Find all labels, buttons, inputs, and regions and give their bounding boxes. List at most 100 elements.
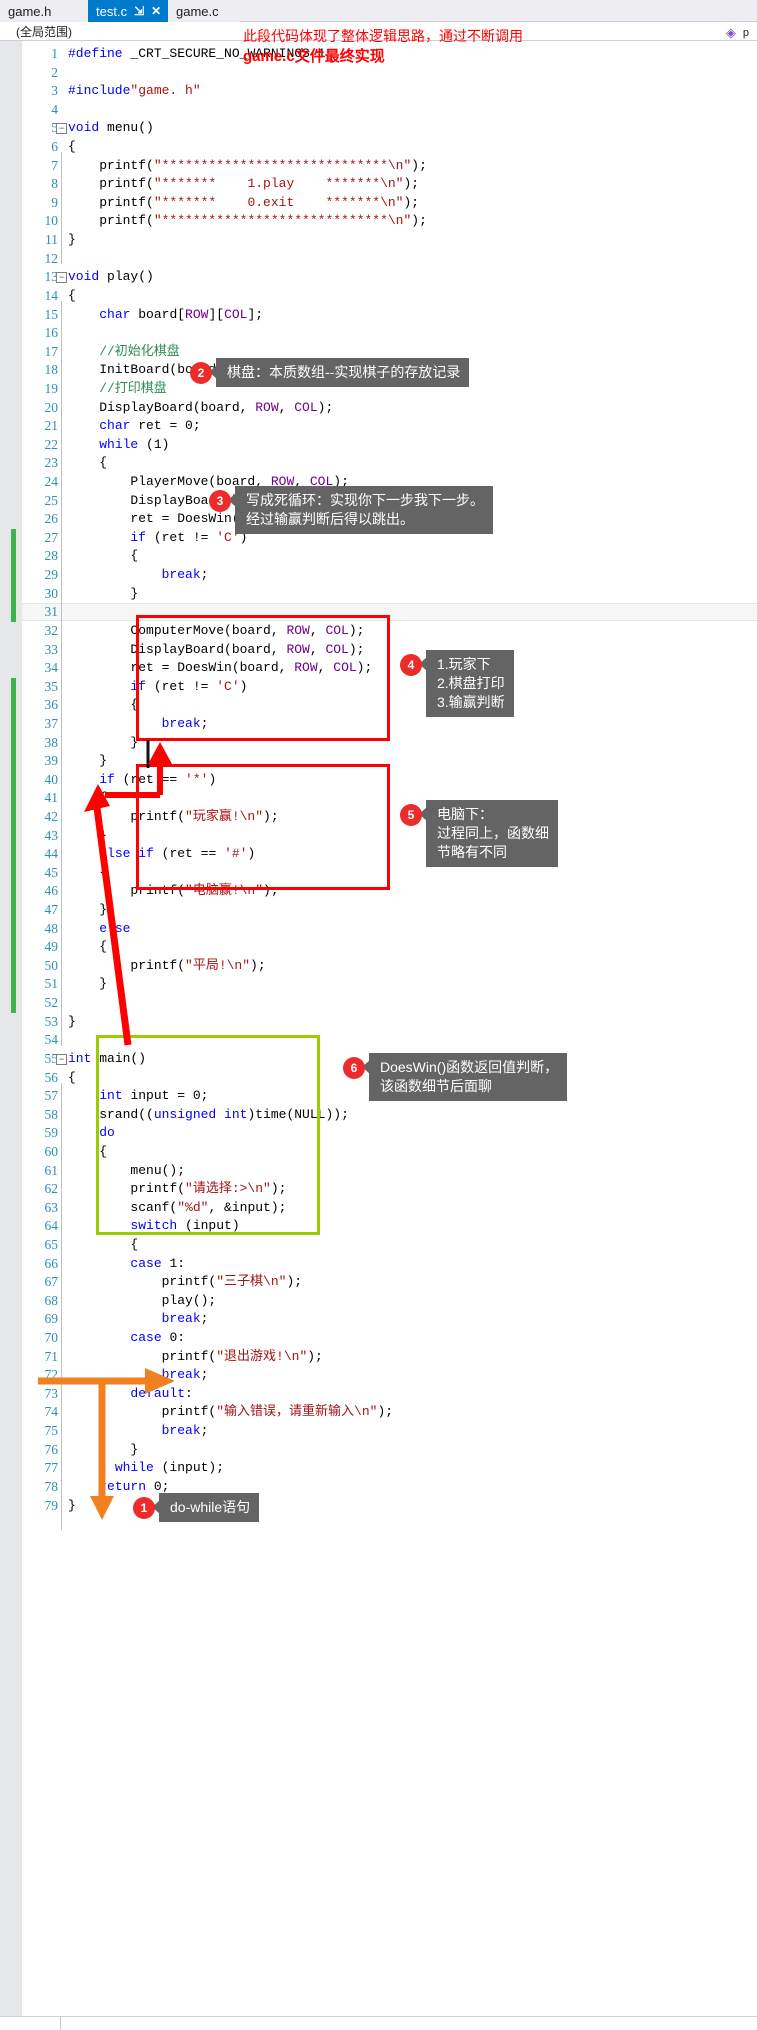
close-icon[interactable]: ✕ <box>151 5 161 17</box>
code-line: 15 char board[ROW][COL]; <box>0 306 757 325</box>
pin-icon[interactable]: ⇲ <box>134 5 144 17</box>
code-text: } <box>68 753 108 769</box>
scope-label: (全局范围) <box>16 25 72 39</box>
code-line: 7 printf("*****************************\… <box>0 157 757 176</box>
code-line: 32 ComputerMove(board, ROW, COL); <box>0 622 757 641</box>
code-text: default: <box>130 1385 193 1401</box>
block-structure-guide <box>61 1083 62 1530</box>
line-number: 38 <box>44 734 59 750</box>
callout-6-text: DoesWin()函数返回值判断， 该函数细节后面聊 <box>361 1053 568 1101</box>
code-line: 37 break; <box>0 714 757 734</box>
tab-game-h-label: game.h <box>8 3 52 19</box>
line-number: 66 <box>44 1255 59 1271</box>
line-number: 36 <box>44 697 59 713</box>
code-line: 59 do <box>0 1124 757 1143</box>
fold-toggle-icon[interactable]: − <box>56 272 67 284</box>
code-text: { <box>68 1069 76 1085</box>
code-text: while (1) <box>99 436 170 452</box>
code-line: 10 printf("*****************************… <box>0 212 757 231</box>
fold-toggle-icon[interactable]: − <box>56 123 67 135</box>
code-text: { <box>68 939 108 955</box>
code-line: 62 printf("请选择:>\n"); <box>0 1180 757 1199</box>
code-line: 58 srand((unsigned int)time(NULL)); <box>0 1106 757 1125</box>
code-line: 38 } <box>0 733 757 753</box>
code-text: //初始化棋盘 <box>68 343 180 359</box>
line-number: 21 <box>44 418 59 434</box>
code-line: 5− void menu() <box>0 119 757 138</box>
code-line: 20 DisplayBoard(board, ROW, COL); <box>0 399 757 418</box>
code-line: 72 break; <box>0 1366 757 1385</box>
code-text: printf("三子棋\n"); <box>68 1274 303 1290</box>
line-number: 67 <box>44 1274 59 1290</box>
code-text: ComputerMove(board, ROW, COL); <box>68 622 365 638</box>
callout-3-text: 写成死循环：实现你下一步我下一步。 经过输赢判断后得以跳出。 <box>228 486 493 534</box>
line-number: 31 <box>44 604 59 620</box>
code-text: int main() <box>68 1050 147 1066</box>
line-number: 72 <box>44 1367 59 1383</box>
code-line: 47 } <box>0 901 757 920</box>
code-text: case 1: <box>130 1255 186 1271</box>
line-number: 69 <box>44 1311 59 1327</box>
code-text: { <box>68 1237 139 1252</box>
scope-dropdown[interactable]: (全局范围) <box>12 22 72 41</box>
code-lines: 1 #define _CRT_SECURE_NO_WARNINGS 1 2 3 #inc… <box>0 45 757 1530</box>
code-text: { <box>68 287 76 303</box>
code-text: case 0: <box>130 1330 186 1346</box>
line-number: 20 <box>44 399 59 415</box>
line-number: 39 <box>44 753 59 769</box>
code-text: //打印棋盘 <box>68 380 167 396</box>
code-line: 68 play(); <box>0 1292 757 1311</box>
line-number: 55 <box>44 1050 59 1066</box>
code-line: 45 { <box>0 863 757 883</box>
code-line: 79} <box>0 1497 757 1516</box>
code-text: { <box>68 139 76 155</box>
line-number: 60 <box>44 1143 59 1159</box>
tab-test-c[interactable]: test.c ⇲ ✕ <box>88 0 168 22</box>
vs-editor-window: game.h test.c ⇲ ✕ game.c (全局范围) ◈ p 1 #de… <box>0 0 757 2030</box>
annotation-text-overall-logic: 此段代码体现了整体逻辑思路，通过不断调用 <box>243 28 523 44</box>
code-text: char board[ROW][COL]; <box>99 306 264 322</box>
code-text: } <box>68 1497 76 1513</box>
line-number: 14 <box>44 287 59 303</box>
code-text: void menu() <box>68 120 154 136</box>
code-text: if (ret == '*') <box>99 771 217 787</box>
code-line: 4 <box>0 101 757 120</box>
code-text: printf("输入错误，请重新输入\n"); <box>68 1404 394 1420</box>
code-line: 41 { <box>0 789 757 808</box>
code-line: 30 } <box>0 584 757 604</box>
line-number: 13 <box>44 269 59 285</box>
code-editor-surface[interactable]: 1 #define _CRT_SECURE_NO_WARNINGS 1 2 3 #inc… <box>0 41 757 2030</box>
callout-3-bullet: 3 <box>209 490 231 512</box>
code-line: 65 { <box>0 1236 757 1255</box>
code-text: play(); <box>68 1292 217 1308</box>
line-number: 47 <box>44 902 59 918</box>
code-line: 13− void play() <box>0 268 757 287</box>
callout-2-text: 棋盘：本质数组--实现棋子的存放记录 <box>208 358 470 387</box>
code-text: { <box>68 864 108 880</box>
code-line: 35 if (ret != 'C') <box>0 677 757 697</box>
fold-toggle-icon[interactable]: − <box>56 1053 67 1065</box>
line-number: 37 <box>44 715 59 731</box>
tab-game-h[interactable]: game.h <box>0 0 88 22</box>
code-text: break; <box>161 715 209 731</box>
line-number: 4 <box>51 101 58 117</box>
hexagon-icon: ◈ <box>725 25 736 40</box>
code-line: 46 printf("电脑赢!\n"); <box>0 882 757 902</box>
code-text: break; <box>161 1367 209 1383</box>
code-line: 8 printf("******* 1.play *******\n"); <box>0 175 757 194</box>
code-line: 48 else <box>0 919 757 939</box>
code-text: { <box>68 790 108 806</box>
code-line: 34 ret = DoesWin(board, ROW, COL); <box>0 659 757 678</box>
code-text: } <box>68 734 139 750</box>
code-line: 69 break; <box>0 1310 757 1329</box>
line-number: 34 <box>44 660 59 676</box>
code-text: { <box>68 697 139 713</box>
callout-6-bullet: 6 <box>343 1057 365 1079</box>
line-number: 11 <box>45 232 58 248</box>
callout-2-bullet: 2 <box>190 362 212 384</box>
tab-game-c[interactable]: game.c <box>168 0 240 22</box>
code-lens-marker[interactable]: ◈ p <box>726 26 749 39</box>
line-number: 2 <box>51 64 58 80</box>
line-number: 51 <box>44 976 59 992</box>
callout-5-bullet: 5 <box>400 804 422 826</box>
